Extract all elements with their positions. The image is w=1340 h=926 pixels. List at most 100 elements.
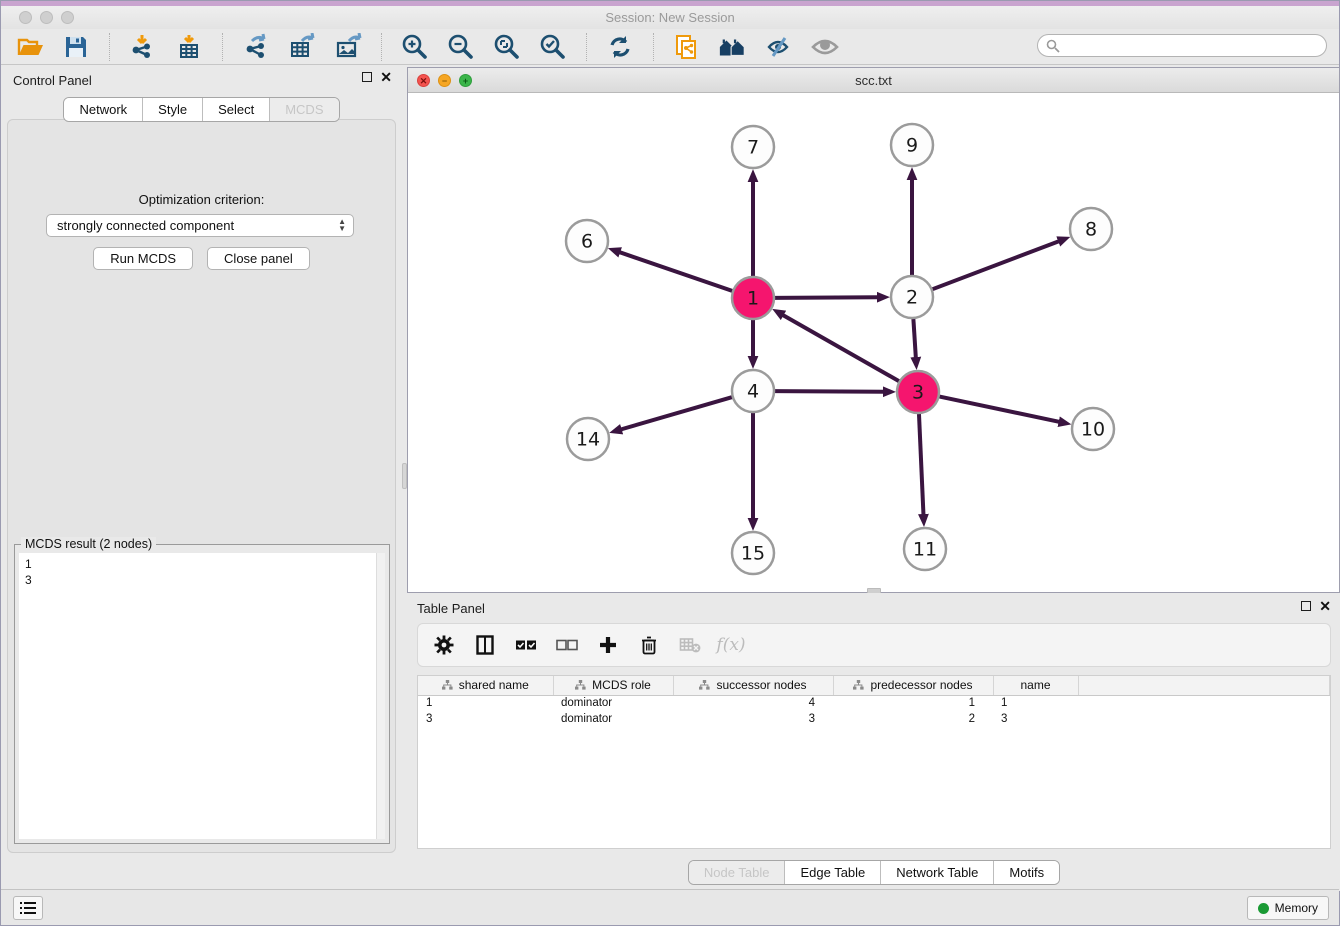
graph-node-14[interactable]: 14: [567, 418, 609, 460]
zoom-out-icon[interactable]: [446, 32, 476, 62]
float-table-panel-icon[interactable]: [1301, 601, 1311, 611]
graph-edge-2-8[interactable]: [933, 241, 1060, 289]
close-panel-icon[interactable]: ✕: [380, 72, 392, 82]
graph-edge-4-3[interactable]: [775, 391, 884, 392]
export-image-icon[interactable]: [333, 32, 363, 62]
export-table-icon[interactable]: [287, 32, 317, 62]
hide-eye-icon[interactable]: [764, 32, 794, 62]
search-input[interactable]: [1060, 39, 1310, 53]
node-table[interactable]: shared name MCDS role successor nodes pr…: [417, 675, 1331, 849]
network-close-button[interactable]: ✕: [417, 74, 430, 87]
hierarchy-icon: [442, 680, 453, 690]
float-panel-icon[interactable]: [362, 72, 372, 82]
delete-row-icon[interactable]: [637, 633, 661, 657]
column-header-predecessor-nodes[interactable]: predecessor nodes: [833, 676, 993, 695]
tab-style[interactable]: Style: [142, 98, 202, 121]
graph-edge-1-2[interactable]: [775, 297, 878, 298]
table-row[interactable]: 3dominator323: [418, 711, 1330, 727]
import-network-icon[interactable]: [128, 32, 158, 62]
network-graph[interactable]: 7 9 6 8 1 2 4 3 14 10 15 11: [408, 93, 1339, 592]
graph-edge-1-6[interactable]: [619, 252, 732, 291]
table-cell: 3: [418, 711, 553, 727]
graph-node-4[interactable]: 4: [732, 370, 774, 412]
function-builder-icon[interactable]: f(x): [719, 633, 743, 657]
column-header-mcds-role[interactable]: MCDS role: [553, 676, 673, 695]
task-history-button[interactable]: [13, 896, 43, 920]
close-window-button[interactable]: [19, 11, 32, 24]
mcds-result-title: MCDS result (2 nodes): [21, 537, 156, 551]
select-all-icon[interactable]: [514, 633, 538, 657]
graph-edge-4-14[interactable]: [621, 397, 732, 429]
graph-node-15[interactable]: 15: [732, 532, 774, 574]
mcds-result-text[interactable]: 1 3: [19, 553, 376, 839]
refresh-layout-icon[interactable]: [605, 32, 635, 62]
unselect-all-icon[interactable]: [555, 633, 579, 657]
tab-motifs[interactable]: Motifs: [993, 861, 1059, 884]
table-toolbar: f(x): [417, 623, 1331, 667]
show-columns-icon[interactable]: [473, 633, 497, 657]
graph-node-8[interactable]: 8: [1070, 208, 1112, 250]
list-icon: [20, 901, 36, 915]
table-cell: 4: [673, 695, 833, 711]
tab-network-table[interactable]: Network Table: [880, 861, 993, 884]
graph-node-9[interactable]: 9: [891, 124, 933, 166]
svg-text:3: 3: [912, 382, 924, 404]
tab-node-table[interactable]: Node Table: [689, 861, 785, 884]
zoom-selected-icon[interactable]: [538, 32, 568, 62]
zoom-fit-icon[interactable]: [492, 32, 522, 62]
network-zoom-button[interactable]: +: [459, 74, 472, 87]
tab-edge-table[interactable]: Edge Table: [784, 861, 880, 884]
memory-button[interactable]: Memory: [1247, 896, 1329, 920]
table-settings-icon[interactable]: [432, 633, 456, 657]
graph-edge-3-11[interactable]: [919, 414, 924, 515]
export-network-icon[interactable]: [241, 32, 271, 62]
svg-text:1: 1: [747, 288, 759, 310]
add-row-icon[interactable]: [596, 633, 620, 657]
graph-node-3[interactable]: 3: [897, 371, 939, 413]
close-table-panel-icon[interactable]: ✕: [1319, 601, 1331, 611]
titlebar: Session: New Session: [1, 6, 1339, 29]
window-title: Session: New Session: [1, 6, 1339, 29]
zoom-window-button[interactable]: [61, 11, 74, 24]
delete-table-icon[interactable]: [678, 633, 702, 657]
application-window: Session: New Session: [0, 0, 1340, 926]
run-mcds-button[interactable]: Run MCDS: [93, 247, 193, 270]
graph-node-1[interactable]: 1: [732, 277, 774, 319]
minimize-window-button[interactable]: [40, 11, 53, 24]
svg-text:9: 9: [906, 135, 918, 157]
criterion-dropdown[interactable]: strongly connected component ▲▼: [46, 214, 354, 237]
save-session-icon[interactable]: [61, 32, 91, 62]
table-row[interactable]: 1dominator411: [418, 695, 1330, 711]
network-window-titlebar[interactable]: ✕ − + scc.txt: [408, 68, 1339, 93]
zoom-in-icon[interactable]: [400, 32, 430, 62]
home-icon[interactable]: [718, 32, 748, 62]
close-panel-button[interactable]: Close panel: [207, 247, 310, 270]
graph-node-10[interactable]: 10: [1072, 408, 1114, 450]
eye-icon[interactable]: [810, 32, 840, 62]
graph-node-6[interactable]: 6: [566, 220, 608, 262]
clone-network-icon[interactable]: [672, 32, 702, 62]
graph-node-7[interactable]: 7: [732, 126, 774, 168]
graph-node-2[interactable]: 2: [891, 276, 933, 318]
column-header-successor-nodes[interactable]: successor nodes: [673, 676, 833, 695]
result-scrollbar[interactable]: [376, 553, 385, 839]
graph-edge-3-10[interactable]: [940, 397, 1060, 422]
network-canvas[interactable]: 7 9 6 8 1 2 4 3 14 10 15 11: [408, 93, 1339, 592]
graph-node-11[interactable]: 11: [904, 528, 946, 570]
svg-text:15: 15: [741, 543, 765, 565]
tab-select[interactable]: Select: [202, 98, 269, 121]
graph-edge-3-1[interactable]: [783, 315, 899, 381]
tab-mcds[interactable]: MCDS: [269, 98, 338, 121]
tab-network[interactable]: Network: [64, 98, 142, 121]
toolbar-separator: [381, 33, 382, 61]
table-cell: 1: [993, 695, 1078, 711]
column-header-name[interactable]: name: [993, 676, 1078, 695]
column-header-shared-name[interactable]: shared name: [418, 676, 553, 695]
open-file-icon[interactable]: [15, 32, 45, 62]
criterion-selected-value: strongly connected component: [57, 218, 234, 233]
import-table-icon[interactable]: [174, 32, 204, 62]
graph-edge-2-3[interactable]: [913, 319, 915, 358]
search-box[interactable]: [1037, 34, 1327, 57]
main-toolbar: [1, 29, 1339, 65]
network-minimize-button[interactable]: −: [438, 74, 451, 87]
